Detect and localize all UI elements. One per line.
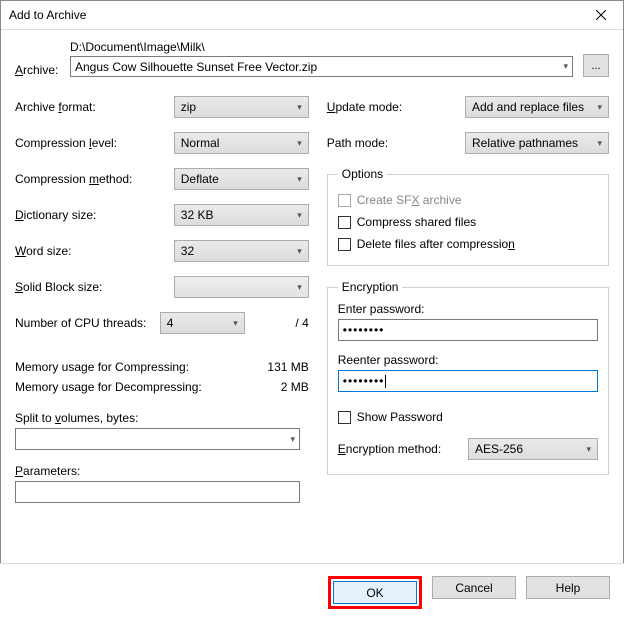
split-combo[interactable]: ▾: [15, 428, 300, 450]
level-value: Normal: [181, 136, 220, 150]
mem-decomp-value: 2 MB: [281, 380, 309, 394]
text-caret: [385, 375, 386, 388]
chevron-down-icon: ▾: [297, 282, 302, 293]
threads-label: Number of CPU threads:: [15, 316, 160, 330]
titlebar: Add to Archive: [1, 1, 623, 30]
block-label: Solid Block size:: [15, 280, 174, 294]
pathmode-value: Relative pathnames: [472, 136, 578, 150]
update-value: Add and replace files: [472, 100, 584, 114]
pwd-mask-1: ••••••••: [343, 323, 385, 337]
word-value: 32: [181, 244, 194, 258]
enter-pwd-input[interactable]: ••••••••: [338, 319, 598, 341]
split-label: Split to volumes, bytes:: [15, 411, 309, 425]
threads-select[interactable]: 4 ▾: [160, 312, 245, 334]
enter-pwd-label: Enter password:: [338, 302, 598, 316]
chevron-down-icon: ▾: [297, 102, 302, 113]
encryption-group: Encryption Enter password: •••••••• Reen…: [327, 280, 609, 475]
archive-filename-combo[interactable]: Angus Cow Silhouette Sunset Free Vector.…: [70, 56, 573, 77]
format-label: Archive format:: [15, 100, 174, 114]
dict-label: Dictionary size:: [15, 208, 174, 222]
threads-value: 4: [167, 316, 174, 330]
enc-method-select[interactable]: AES-256 ▾: [468, 438, 598, 460]
pathmode-label: Path mode:: [327, 136, 465, 150]
sfx-checkbox: [338, 194, 351, 207]
chevron-down-icon: ▾: [586, 444, 591, 455]
pwd-mask-2: ••••••••: [343, 374, 385, 388]
chevron-down-icon: ▾: [290, 434, 295, 445]
window-title: Add to Archive: [9, 8, 86, 22]
right-column: Update mode: Add and replace files ▾ Pat…: [327, 95, 609, 503]
help-button[interactable]: Help: [526, 576, 610, 599]
archive-path: D:\Document\Image\Milk\: [70, 40, 573, 54]
dict-select[interactable]: 32 KB ▾: [174, 204, 309, 226]
format-value: zip: [181, 100, 196, 114]
mem-decomp-label: Memory usage for Decompressing:: [15, 380, 202, 394]
show-pwd-checkbox[interactable]: [338, 411, 351, 424]
archive-filename-text: Angus Cow Silhouette Sunset Free Vector.…: [75, 60, 317, 74]
method-select[interactable]: Deflate ▾: [174, 168, 309, 190]
params-label: Parameters:: [15, 464, 309, 478]
threads-total: / 4: [251, 316, 309, 330]
word-label: Word size:: [15, 244, 174, 258]
encryption-legend: Encryption: [338, 280, 403, 294]
chevron-down-icon: ▾: [563, 61, 568, 72]
reenter-pwd-input[interactable]: ••••••••: [338, 370, 598, 392]
params-input[interactable]: [15, 481, 300, 503]
chevron-down-icon: ▾: [597, 138, 602, 149]
format-select[interactable]: zip ▾: [174, 96, 309, 118]
shared-label: Compress shared files: [357, 215, 476, 229]
update-select[interactable]: Add and replace files ▾: [465, 96, 609, 118]
shared-checkbox[interactable]: [338, 216, 351, 229]
chevron-down-icon: ▾: [597, 102, 602, 113]
ok-button[interactable]: OK: [333, 581, 417, 604]
enc-method-label: Encryption method:: [338, 442, 441, 456]
delete-checkbox[interactable]: [338, 238, 351, 251]
options-legend: Options: [338, 167, 387, 181]
enc-method-value: AES-256: [475, 442, 523, 456]
method-value: Deflate: [181, 172, 219, 186]
sfx-label: Create SFX archive: [357, 193, 462, 207]
chevron-down-icon: ▾: [233, 318, 238, 329]
close-icon: [596, 10, 606, 20]
browse-button[interactable]: ...: [583, 54, 609, 77]
options-group: Options Create SFX archive Compress shar…: [327, 167, 609, 266]
update-label: Update mode:: [327, 100, 465, 114]
ok-highlight: OK: [328, 576, 422, 609]
level-label: Compression level:: [15, 136, 174, 150]
delete-label: Delete files after compression: [357, 237, 515, 251]
button-bar: OK Cancel Help: [0, 563, 624, 625]
archive-label: Archive:: [15, 63, 70, 77]
dict-value: 32 KB: [181, 208, 214, 222]
block-select: ▾: [174, 276, 309, 298]
mem-comp-value: 131 MB: [267, 360, 308, 374]
word-select[interactable]: 32 ▾: [174, 240, 309, 262]
mem-comp-label: Memory usage for Compressing:: [15, 360, 189, 374]
close-button[interactable]: [578, 1, 623, 30]
dialog-content: Archive: D:\Document\Image\Milk\ Angus C…: [1, 30, 623, 517]
pathmode-select[interactable]: Relative pathnames ▾: [465, 132, 609, 154]
level-select[interactable]: Normal ▾: [174, 132, 309, 154]
chevron-down-icon: ▾: [297, 210, 302, 221]
chevron-down-icon: ▾: [297, 174, 302, 185]
cancel-button[interactable]: Cancel: [432, 576, 516, 599]
method-label: Compression method:: [15, 172, 174, 186]
chevron-down-icon: ▾: [297, 246, 302, 257]
chevron-down-icon: ▾: [297, 138, 302, 149]
reenter-pwd-label: Reenter password:: [338, 353, 598, 367]
show-pwd-label: Show Password: [357, 410, 443, 424]
left-column: Archive format: zip ▾ Compression level:…: [15, 95, 309, 503]
